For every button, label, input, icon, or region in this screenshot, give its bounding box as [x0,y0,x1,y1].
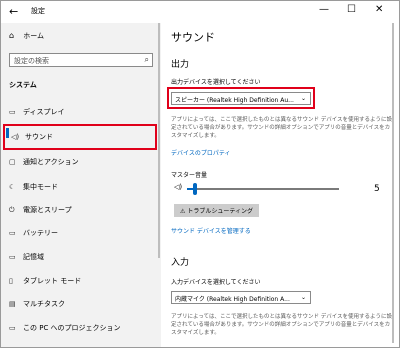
home-link[interactable]: ⌂ ホーム [9,31,44,41]
output-heading: 出力 [171,60,190,70]
warning-icon: ⚠ [180,208,186,215]
output-device-value: スピーカー (Realtek High Definition Au... [175,97,294,104]
input-device-value: 内蔵マイク (Realtek High Definition A... [175,296,290,303]
section-label: システム [9,81,37,89]
settings-window: ← 設定 — ☐ ✕ ⌂ ホーム 設定の検索 ⌕ システム ▭ ディスプレイ ◁… [0,0,400,348]
sidebar-item-storage[interactable]: ▭ 記憶域 [3,248,157,266]
sidebar-item-label: サウンド [25,133,53,141]
sidebar-item-label: タブレット モード [23,277,82,285]
chevron-down-icon: ⌄ [300,294,306,301]
sidebar-item-label: 集中モード [23,183,58,191]
home-icon: ⌂ [9,31,15,40]
projection-icon: ▭ [9,324,16,332]
master-volume-label: マスター音量 [171,172,208,179]
sidebar-item-projection[interactable]: ▭ この PC へのプロジェクション [3,319,157,337]
input-description: アプリによっては、ここで選択したものとは異なるサウンド デバイスを使用するように… [171,314,393,336]
sidebar-item-label: ディスプレイ [23,108,65,116]
search-input[interactable]: 設定の検索 ⌕ [9,53,153,67]
sidebar-item-label: 電源とスリープ [23,206,72,214]
volume-value: 5 [374,184,380,194]
sidebar-item-focus[interactable]: ☾ 集中モード [3,178,157,196]
maximize-button[interactable]: ☐ [347,4,356,15]
sidebar-item-label: この PC へのプロジェクション [23,324,121,332]
display-icon: ▭ [9,108,16,116]
tablet-icon: ▯ [9,277,13,285]
close-button[interactable]: ✕ [375,4,383,15]
device-properties-link[interactable]: デバイスのプロパティ [171,148,230,157]
home-label: ホーム [23,32,45,40]
sidebar: ⌂ ホーム 設定の検索 ⌕ システム ▭ ディスプレイ ◁) サウンド ▢ 通知… [1,23,161,347]
power-icon: ⏻ [9,205,15,214]
battery-icon: ▭ [9,229,16,237]
notification-icon: ▢ [9,158,16,166]
search-icon[interactable]: ⌕ [145,55,149,65]
main-content: サウンド 出力 出力デバイスを選択してください スピーカー (Realtek H… [167,23,395,347]
title-bar: ← 設定 — ☐ ✕ [1,1,399,23]
manage-devices-link[interactable]: サウンド デバイスを管理する [171,226,251,235]
volume-thumb[interactable] [193,183,197,195]
sidebar-item-display[interactable]: ▭ ディスプレイ [3,103,157,121]
output-description: アプリによっては、ここで選択したものとは異なるサウンド デバイスを使用するように… [171,117,393,139]
troubleshoot-button[interactable]: ⚠ トラブルシューティング [174,204,259,217]
sidebar-item-battery[interactable]: ▭ バッテリー [3,224,157,242]
sidebar-item-sound[interactable]: ◁) サウンド [3,124,157,150]
storage-icon: ▭ [9,253,16,261]
sidebar-item-label: 通知とアクション [23,158,79,166]
sidebar-scrollbar[interactable] [158,23,160,258]
sidebar-item-notifications[interactable]: ▢ 通知とアクション [3,153,157,171]
chevron-down-icon: ⌄ [300,95,306,102]
multitask-icon: ▤ [9,300,16,308]
volume-icon[interactable]: ◁) [174,183,182,191]
troubleshoot-label: トラブルシューティング [187,208,253,215]
input-heading: 入力 [171,258,190,268]
main-scrollbar[interactable] [392,23,394,343]
minimize-button[interactable]: — [319,4,329,15]
input-device-dropdown[interactable]: 内蔵マイク (Realtek High Definition A... ⌄ [171,291,311,304]
sidebar-item-label: 記憶域 [23,253,44,261]
sidebar-item-label: マルチタスク [23,300,65,308]
output-select-label: 出力デバイスを選択してください [171,79,261,86]
master-volume-slider[interactable] [187,183,339,195]
window-title: 設定 [31,7,45,15]
sidebar-item-label: バッテリー [23,229,58,237]
back-arrow-icon[interactable]: ← [9,5,18,18]
active-indicator [6,128,9,138]
speaker-icon: ◁) [11,133,20,141]
moon-icon: ☾ [9,183,16,191]
input-select-label: 入力デバイスを選択してください [171,279,261,286]
page-title: サウンド [171,31,215,44]
sidebar-item-power[interactable]: ⏻ 電源とスリープ [3,201,157,219]
output-device-dropdown[interactable]: スピーカー (Realtek High Definition Au... ⌄ [171,92,311,105]
sidebar-item-tablet[interactable]: ▯ タブレット モード [3,272,157,290]
sidebar-item-multitask[interactable]: ▤ マルチタスク [3,295,157,313]
search-placeholder: 設定の検索 [14,57,49,65]
